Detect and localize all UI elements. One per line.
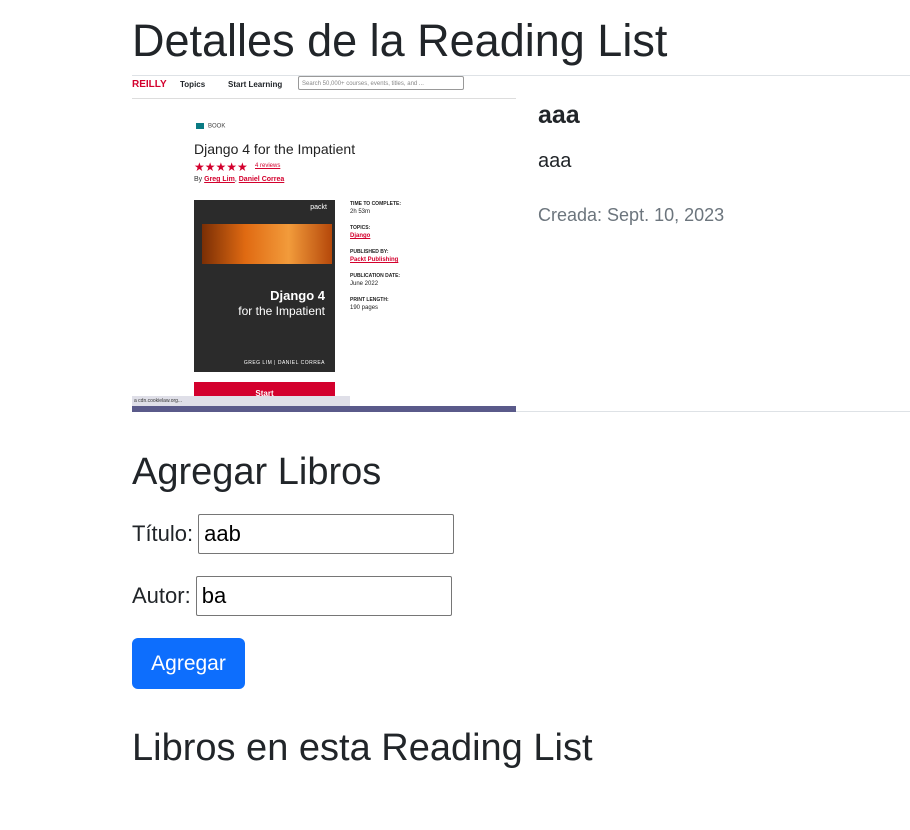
author-field-row: Autor:: [132, 576, 452, 616]
thumb-meta-time-value: 2h 53m: [350, 209, 371, 215]
title-input[interactable]: [198, 514, 455, 554]
thumb-cover-authors: GREG LIM | DANIEL CORREA: [243, 360, 325, 366]
thumb-cover-guitar-image: [202, 224, 332, 264]
author-label: Autor:: [132, 583, 191, 608]
reading-list-cover-image: REILLY Topics Start Learning Search 50,0…: [132, 76, 516, 412]
thumb-by: By: [194, 176, 203, 183]
thumb-meta-published: PUBLISHED BY: Packt Publishing: [350, 248, 398, 264]
thumb-cover-subtitle: for the Impatient: [238, 304, 325, 318]
thumb-meta-topics-label: TOPICS:: [350, 225, 371, 231]
thumb-stars: ★★★★★: [194, 160, 248, 174]
thumb-meta-topics-value: Django: [350, 233, 371, 239]
thumb-meta-date-value: June 2022: [350, 281, 379, 287]
add-book-button[interactable]: Agregar: [132, 638, 245, 689]
thumb-book-title: Django 4 for the Impatient: [194, 141, 356, 157]
thumb-meta-time-label: TIME TO COMPLETE:: [350, 201, 402, 207]
thumb-meta-published-value: Packt Publishing: [350, 257, 399, 263]
title-field-row: Título:: [132, 514, 455, 554]
thumb-book-label-text: BOOK: [208, 123, 226, 130]
thumb-reviews: 4 reviews: [255, 163, 281, 169]
thumb-cover-publisher: packt: [310, 204, 327, 211]
thumb-logo: REILLY: [132, 79, 167, 90]
author-input[interactable]: [195, 576, 452, 616]
thumb-cover-title: Django 4: [270, 288, 325, 303]
reading-list-created-date: Creada: Sept. 10, 2023: [538, 205, 725, 225]
thumb-meta-length: PRINT LENGTH: 190 pages: [350, 296, 389, 312]
thumb-meta-length-value: 190 pages: [350, 305, 379, 311]
reading-list-name: aaa: [538, 101, 580, 129]
thumb-meta-date-label: PUBLICATION DATE:: [350, 273, 401, 279]
thumb-book-cover: packt Django 4 for the Impatient GREG LI…: [194, 200, 335, 372]
reading-list-card: REILLY Topics Start Learning Search 50,0…: [132, 75, 910, 412]
thumb-meta-topics: TOPICS: Django: [350, 224, 370, 240]
books-list-heading: Libros en esta Reading List: [132, 727, 593, 769]
thumb-meta-date: PUBLICATION DATE: June 2022: [350, 272, 400, 288]
thumb-nav-topics: Topics: [180, 80, 206, 89]
thumb-nav-start: Start Learning: [228, 80, 283, 89]
thumb-search: Search 50,000+ courses, events, titles, …: [298, 76, 464, 90]
thumb-author-1: Greg Lim: [204, 176, 235, 183]
reading-list-description: aaa: [538, 150, 572, 172]
page-title: Detalles de la Reading List: [132, 15, 668, 66]
thumb-meta-length-label: PRINT LENGTH:: [350, 297, 389, 303]
thumb-status-bar: a cdn.cookielaw.org...: [132, 396, 350, 406]
thumb-bottom-bar: [132, 406, 516, 412]
thumb-book-label: BOOK: [196, 123, 225, 130]
thumb-authors: By Greg Lim, Daniel Correa: [194, 176, 285, 183]
card-body: aaa aaa Creada: Sept. 10, 2023: [538, 100, 724, 226]
thumb-author-2: Daniel Correa: [238, 176, 285, 183]
thumb-meta-time: TIME TO COMPLETE: 2h 53m: [350, 200, 401, 216]
add-books-heading: Agregar Libros: [132, 451, 382, 493]
book-icon: [196, 123, 204, 129]
thumb-nav: REILLY Topics Start Learning Search 50,0…: [132, 76, 516, 99]
thumb-meta-published-label: PUBLISHED BY:: [350, 249, 389, 255]
title-label: Título:: [132, 521, 194, 546]
